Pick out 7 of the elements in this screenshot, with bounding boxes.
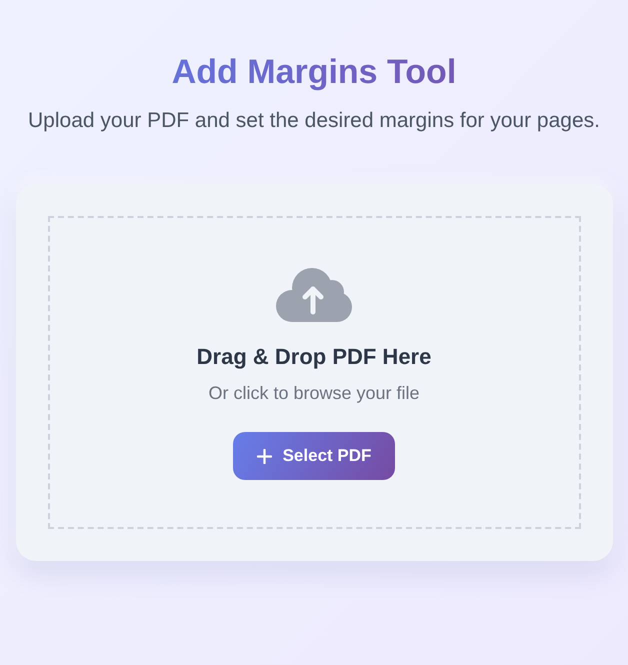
page-subtitle: Upload your PDF and set the desired margins for your pages.: [28, 108, 600, 134]
select-pdf-button[interactable]: Select PDF: [232, 432, 396, 480]
drop-heading: Drag & Drop PDF Here: [196, 343, 432, 371]
drop-zone[interactable]: Drag & Drop PDF Here Or click to browse your file Select PDF: [48, 216, 580, 529]
plus-icon: [256, 448, 272, 464]
drop-hint: Or click to browse your file: [208, 382, 420, 405]
cloud-upload-icon: [276, 268, 352, 322]
